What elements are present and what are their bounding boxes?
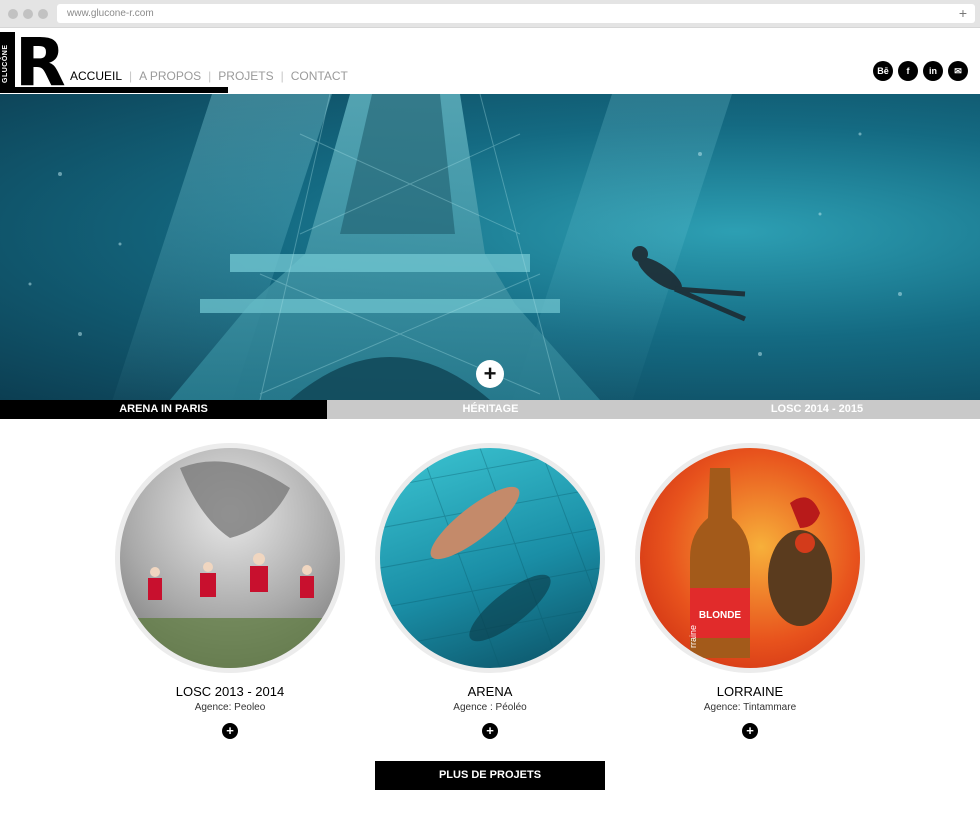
nav-item-projets[interactable]: PROJETS <box>218 69 273 83</box>
hero-slider-image: + <box>0 94 980 400</box>
project-thumbnail-losc[interactable] <box>115 443 345 673</box>
slider-tabs: ARENA IN PARIS HÉRITAGE LOSC 2014 - 2015 <box>0 400 980 419</box>
linkedin-icon[interactable]: in <box>923 61 943 81</box>
logo-underline <box>0 87 228 93</box>
tab-losc-2014-2015[interactable]: LOSC 2014 - 2015 <box>654 400 980 419</box>
project-agency: Agence: Peoleo <box>194 702 266 713</box>
project-plus-button[interactable]: + <box>482 723 498 739</box>
project-thumbnail-lorraine[interactable]: BLONDE rraine <box>635 443 865 673</box>
browser-toolbar: www.glucone-r.com + <box>0 0 980 28</box>
address-bar[interactable]: www.glucone-r.com + <box>57 4 975 23</box>
window-minimize-dot[interactable] <box>23 9 33 19</box>
bottle-brand: rraine <box>688 625 698 648</box>
logo-side-strip: GLUCÔNE <box>0 32 15 90</box>
project-card: LOSC 2013 - 2014 Agence: Peoleo + <box>115 443 345 739</box>
tab-heritage[interactable]: HÉRITAGE <box>327 400 654 419</box>
nav-separator: | <box>208 69 212 83</box>
main-nav: ACCUEIL | A PROPOS | PROJETS | CONTACT <box>70 69 348 83</box>
behance-icon[interactable]: Bē <box>873 61 893 81</box>
nav-separator: | <box>129 69 133 83</box>
project-agency: Agence: Tintammare <box>703 702 797 713</box>
nav-item-a-propos[interactable]: A PROPOS <box>139 69 201 83</box>
url-text: www.glucone-r.com <box>67 8 154 19</box>
nav-item-accueil[interactable]: ACCUEIL <box>70 69 122 83</box>
nav-item-contact[interactable]: CONTACT <box>291 69 348 83</box>
project-agency: Agence : Péoléo <box>453 702 527 713</box>
nav-separator: | <box>280 69 284 83</box>
facebook-icon[interactable]: f <box>898 61 918 81</box>
project-card: BLONDE rraine LORRAINE Agence: Tintammar… <box>635 443 865 739</box>
project-plus-button[interactable]: + <box>222 723 238 739</box>
bottle-label: BLONDE <box>699 610 742 621</box>
logo-side-text: GLUCÔNE <box>2 44 9 84</box>
project-thumbnail-arena[interactable] <box>375 443 605 673</box>
underwater-eiffel-tower-illustration <box>28 94 902 400</box>
project-card: ARENA Agence : Péoléo + <box>375 443 605 739</box>
project-title: ARENA <box>467 684 513 699</box>
social-links: Bē f in ✉ <box>873 61 968 81</box>
hero-plus-button[interactable]: + <box>476 360 504 388</box>
new-tab-button[interactable]: + <box>959 4 967 23</box>
window-maximize-dot[interactable] <box>38 9 48 19</box>
project-plus-button[interactable]: + <box>742 723 758 739</box>
project-title: LOSC 2013 - 2014 <box>175 684 285 699</box>
more-projects-button[interactable]: PLUS DE PROJETS <box>375 761 605 790</box>
window-close-dot[interactable] <box>8 9 18 19</box>
mail-icon[interactable]: ✉ <box>948 61 968 81</box>
tab-arena-in-paris[interactable]: ARENA IN PARIS <box>0 400 327 419</box>
project-title: LORRAINE <box>716 684 784 699</box>
site-header: GLUCÔNE R ACCUEIL | A PROPOS | PROJETS |… <box>0 28 980 96</box>
logo[interactable]: R <box>15 30 66 96</box>
